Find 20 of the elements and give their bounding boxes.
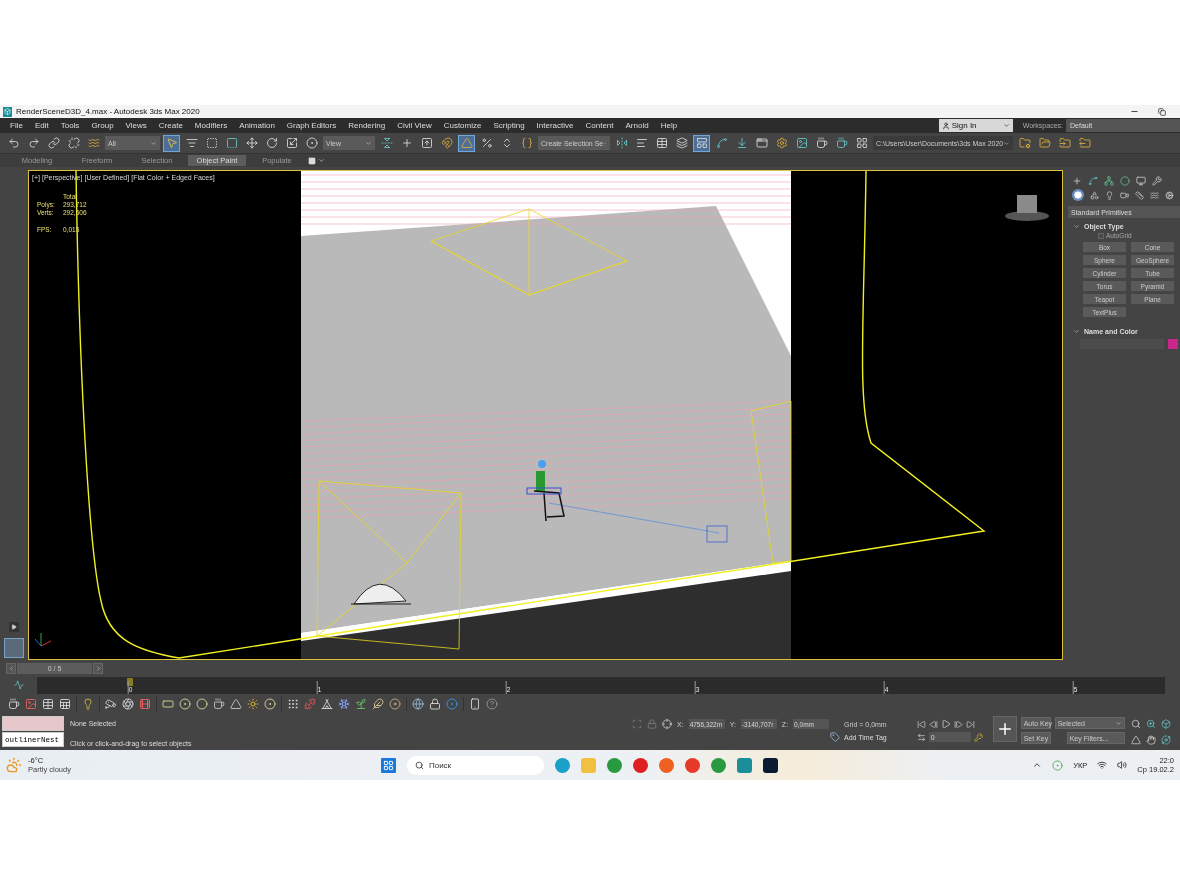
sign-in-dropdown[interactable]: Sign In <box>938 119 1013 132</box>
menu-item[interactable]: Group <box>85 121 120 130</box>
menu-item[interactable]: Rendering <box>342 121 392 130</box>
menu-item[interactable]: Arnold <box>619 121 655 130</box>
menu-item[interactable]: Help <box>654 121 684 130</box>
menu-item[interactable]: Create <box>152 121 189 130</box>
menu-item[interactable]: Views <box>119 121 153 130</box>
menu-item[interactable]: Tools <box>54 121 86 130</box>
menu-item[interactable]: Animation <box>233 121 281 130</box>
menu-item[interactable]: Edit <box>28 121 55 130</box>
menu-item[interactable]: Customize <box>437 121 488 130</box>
menu-item[interactable]: Content <box>579 121 620 130</box>
menu-item[interactable]: Modifiers <box>188 121 234 130</box>
menu-item[interactable]: Interactive <box>530 121 580 130</box>
window-title: RenderSceneD3D_4.max - Autodesk 3ds Max 2020 <box>16 107 201 116</box>
menu-item[interactable]: File <box>4 121 29 130</box>
menu-item[interactable]: Scripting <box>487 121 531 130</box>
menu-item[interactable]: Graph Editors <box>280 121 343 130</box>
menu-item[interactable]: Civil View <box>391 121 438 130</box>
search-field[interactable]: Поиск <box>406 755 544 775</box>
